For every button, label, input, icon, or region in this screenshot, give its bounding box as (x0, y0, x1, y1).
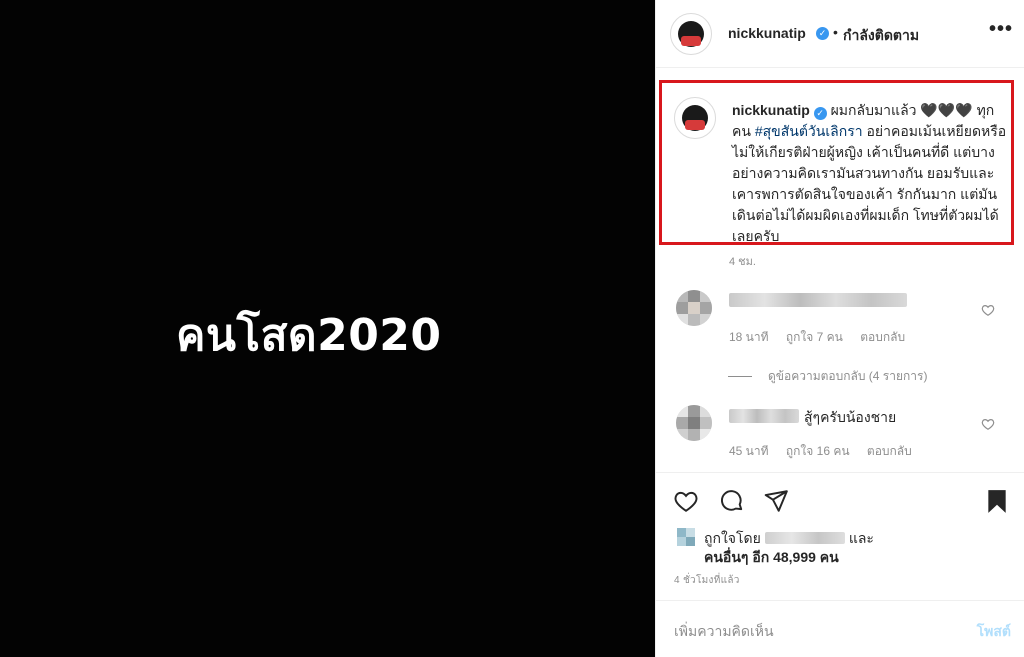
post-header: nickkunatip ✓ • กำลังติดตาม ••• (656, 0, 1024, 68)
comment-meta: 18 นาที ถูกใจ 7 คน ตอบกลับ (729, 328, 919, 347)
blurred-liker-name[interactable] (764, 532, 845, 544)
bookmark-icon[interactable] (984, 488, 1010, 514)
comment-reply-button[interactable]: ตอบกลับ (867, 444, 912, 458)
blurred-comment-text (729, 293, 907, 307)
verified-badge-icon: ✓ (816, 27, 829, 40)
post-timestamp[interactable]: 4 ชั่วโมงที่แล้ว (674, 573, 740, 588)
comment-icon[interactable] (719, 488, 745, 514)
caption-text: nickkunatip ✓ ผมกลับมาแล้ว 🖤🖤🖤 ทุกคน #สุ… (732, 100, 1012, 247)
caption-body-end: อย่าคอมเม้นเหยียดหรือไม่ให้เกียรติฝ่ายผู… (732, 123, 1007, 244)
caption-username[interactable]: nickkunatip (732, 102, 810, 118)
comment-time: 18 นาที (729, 330, 769, 344)
share-icon[interactable] (763, 488, 789, 514)
liker-avatar-blurred[interactable] (677, 528, 695, 546)
photo-caption-text: คนโสด2020 (176, 310, 442, 361)
separator-dot: • (833, 24, 838, 40)
view-replies-label: ดูข้อความตอบกลับ (4 รายการ) (768, 369, 928, 383)
post-photo: คนโสด2020 (0, 0, 655, 657)
comment-like-heart-icon[interactable] (981, 417, 995, 431)
commenter-avatar-blurred[interactable] (676, 405, 712, 441)
heart-icon[interactable] (673, 488, 699, 514)
post-comment-button[interactable]: โพสต์ (977, 621, 1011, 643)
likes-others-count[interactable]: คนอื่นๆ อีก 48,999 คน (704, 547, 839, 569)
replies-divider-line (728, 376, 752, 378)
comment-text: สู้ๆครับน้องชาย (804, 409, 897, 425)
comment-likes[interactable]: ถูกใจ 16 คน (786, 444, 850, 458)
comment-meta: 45 นาที ถูกใจ 16 คน ตอบกลับ (729, 442, 926, 461)
verified-badge-icon: ✓ (813, 107, 827, 120)
caption-highlight-box: nickkunatip ✓ ผมกลับมาแล้ว 🖤🖤🖤 ทุกคน #สุ… (659, 80, 1014, 245)
likes-prefix: ถูกใจโดย (704, 530, 761, 546)
comment-input[interactable]: เพิ่มความคิดเห็น (674, 621, 774, 643)
caption-hashtag-link[interactable]: #สุขสันต์วันเลิกรา (755, 123, 863, 139)
post-actions-section: ถูกใจโดย และ คนอื่นๆ อีก 48,999 คน 4 ชั่ว… (656, 472, 1024, 612)
add-comment-bar: เพิ่มความคิดเห็น โพสต์ (656, 600, 1024, 657)
author-username[interactable]: nickkunatip (728, 25, 806, 41)
caption-timestamp: 4 ชม. (729, 256, 756, 268)
more-options-icon[interactable]: ••• (989, 18, 1013, 41)
comment-like-heart-icon[interactable] (981, 303, 995, 317)
caption-author-avatar[interactable] (674, 97, 716, 139)
comment-likes[interactable]: ถูกใจ 7 คน (786, 330, 843, 344)
author-avatar[interactable] (670, 13, 712, 55)
likes-suffix: และ (848, 530, 874, 546)
comment-reply-button[interactable]: ตอบกลับ (860, 330, 905, 344)
comment-time: 45 นาที (729, 444, 769, 458)
blurred-commenter-name (729, 409, 799, 423)
post-side-panel: nickkunatip ✓ • กำลังติดตาม ••• nickkuna… (655, 0, 1024, 657)
following-button[interactable]: กำลังติดตาม (843, 25, 919, 47)
view-replies-link[interactable]: ดูข้อความตอบกลับ (4 รายการ) (728, 367, 927, 386)
commenter-avatar-blurred[interactable] (676, 290, 712, 326)
